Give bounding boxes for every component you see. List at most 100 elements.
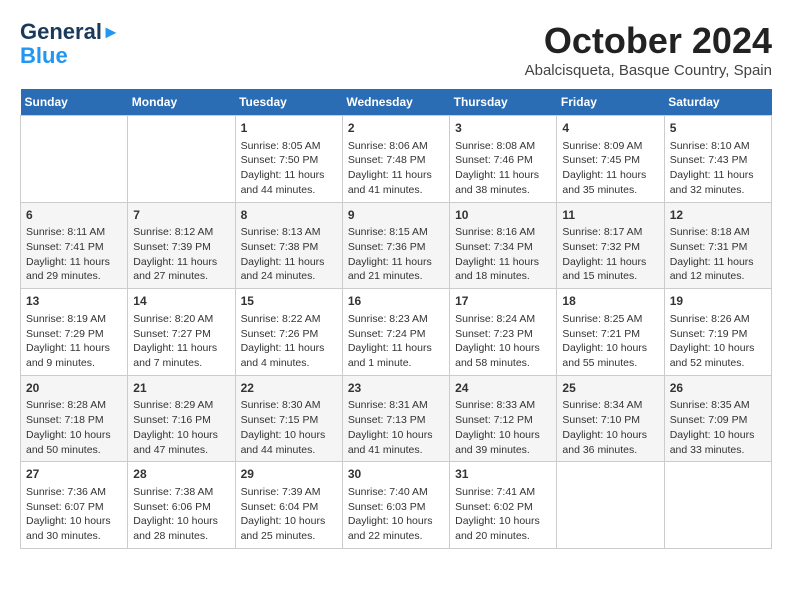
day-content: Sunrise: 8:16 AM Sunset: 7:34 PM Dayligh… — [455, 225, 551, 284]
calendar-cell: 26Sunrise: 8:35 AM Sunset: 7:09 PM Dayli… — [664, 375, 771, 462]
calendar-cell: 1Sunrise: 8:05 AM Sunset: 7:50 PM Daylig… — [235, 116, 342, 203]
day-number: 18 — [562, 293, 658, 310]
day-number: 12 — [670, 207, 766, 224]
calendar-cell: 4 Sunrise: 8:09 AM Sunset: 7:45 PM Daylig… — [557, 116, 664, 203]
day-content: Sunrise: 8:23 AM Sunset: 7:24 PM Dayligh… — [348, 312, 444, 371]
calendar-cell: 15Sunrise: 8:22 AM Sunset: 7:26 PM Dayli… — [235, 289, 342, 376]
calendar-cell: 24Sunrise: 8:33 AM Sunset: 7:12 PM Dayli… — [450, 375, 557, 462]
calendar-cell: 20Sunrise: 8:28 AM Sunset: 7:18 PM Dayli… — [21, 375, 128, 462]
calendar-cell: 23Sunrise: 8:31 AM Sunset: 7:13 PM Dayli… — [342, 375, 449, 462]
calendar-cell: 2 Sunrise: 8:06 AM Sunset: 7:48 PM Daylig… — [342, 116, 449, 203]
calendar-cell: 25Sunrise: 8:34 AM Sunset: 7:10 PM Dayli… — [557, 375, 664, 462]
weekday-header-friday: Friday — [557, 89, 664, 116]
day-content: Sunrise: 8:19 AM Sunset: 7:29 PM Dayligh… — [26, 312, 122, 371]
day-number: 29 — [241, 466, 337, 483]
weekday-row: SundayMondayTuesdayWednesdayThursdayFrid… — [21, 89, 772, 116]
day-content: Sunrise: 8:34 AM Sunset: 7:10 PM Dayligh… — [562, 398, 658, 457]
day-content: Sunrise: 8:26 AM Sunset: 7:19 PM Dayligh… — [670, 312, 766, 371]
day-number: 7 — [133, 207, 229, 224]
day-content: Sunrise: 8:09 AM Sunset: 7:45 PM Dayligh… — [562, 139, 658, 198]
calendar-cell: 7Sunrise: 8:12 AM Sunset: 7:39 PM Daylig… — [128, 202, 235, 289]
calendar-cell — [21, 116, 128, 203]
month-title: October 2024 — [525, 20, 772, 62]
weekday-header-wednesday: Wednesday — [342, 89, 449, 116]
day-number: 17 — [455, 293, 551, 310]
day-content: Sunrise: 8:06 AM Sunset: 7:48 PM Dayligh… — [348, 139, 444, 198]
location-subtitle: Abalcisqueta, Basque Country, Spain — [525, 62, 772, 79]
day-content: Sunrise: 8:18 AM Sunset: 7:31 PM Dayligh… — [670, 225, 766, 284]
calendar-cell: 27Sunrise: 7:36 AM Sunset: 6:07 PM Dayli… — [21, 462, 128, 549]
day-number: 19 — [670, 293, 766, 310]
calendar-cell: 22Sunrise: 8:30 AM Sunset: 7:15 PM Dayli… — [235, 375, 342, 462]
day-content: Sunrise: 8:24 AM Sunset: 7:23 PM Dayligh… — [455, 312, 551, 371]
calendar-cell: 13 Sunrise: 8:19 AM Sunset: 7:29 PM Dayli… — [21, 289, 128, 376]
calendar-week-3: 13 Sunrise: 8:19 AM Sunset: 7:29 PM Dayli… — [21, 289, 772, 376]
calendar-week-5: 27Sunrise: 7:36 AM Sunset: 6:07 PM Dayli… — [21, 462, 772, 549]
day-number: 30 — [348, 466, 444, 483]
calendar-table: SundayMondayTuesdayWednesdayThursdayFrid… — [20, 89, 772, 549]
page-header: General ► Blue October 2024 Abalcisqueta… — [20, 20, 772, 79]
calendar-cell: 11Sunrise: 8:17 AM Sunset: 7:32 PM Dayli… — [557, 202, 664, 289]
day-content: Sunrise: 8:08 AM Sunset: 7:46 PM Dayligh… — [455, 139, 551, 198]
calendar-cell: 31Sunrise: 7:41 AM Sunset: 6:02 PM Dayli… — [450, 462, 557, 549]
calendar-cell — [557, 462, 664, 549]
calendar-cell: 9Sunrise: 8:15 AM Sunset: 7:36 PM Daylig… — [342, 202, 449, 289]
day-number: 10 — [455, 207, 551, 224]
weekday-header-saturday: Saturday — [664, 89, 771, 116]
day-number: 25 — [562, 380, 658, 397]
day-content: Sunrise: 8:15 AM Sunset: 7:36 PM Dayligh… — [348, 225, 444, 284]
day-content: Sunrise: 8:33 AM Sunset: 7:12 PM Dayligh… — [455, 398, 551, 457]
day-number: 13 — [26, 293, 122, 310]
weekday-header-tuesday: Tuesday — [235, 89, 342, 116]
calendar-cell — [664, 462, 771, 549]
day-number: 11 — [562, 207, 658, 224]
calendar-cell — [128, 116, 235, 203]
calendar-cell: 8Sunrise: 8:13 AM Sunset: 7:38 PM Daylig… — [235, 202, 342, 289]
day-number: 16 — [348, 293, 444, 310]
weekday-header-thursday: Thursday — [450, 89, 557, 116]
day-content: Sunrise: 8:20 AM Sunset: 7:27 PM Dayligh… — [133, 312, 229, 371]
calendar-cell: 17 Sunrise: 8:24 AM Sunset: 7:23 PM Dayli… — [450, 289, 557, 376]
calendar-cell: 18 Sunrise: 8:25 AM Sunset: 7:21 PM Dayli… — [557, 289, 664, 376]
calendar-cell: 14Sunrise: 8:20 AM Sunset: 7:27 PM Dayli… — [128, 289, 235, 376]
day-content: Sunrise: 8:12 AM Sunset: 7:39 PM Dayligh… — [133, 225, 229, 284]
calendar-cell: 5Sunrise: 8:10 AM Sunset: 7:43 PM Daylig… — [664, 116, 771, 203]
day-content: Sunrise: 7:36 AM Sunset: 6:07 PM Dayligh… — [26, 485, 122, 544]
day-content: Sunrise: 8:29 AM Sunset: 7:16 PM Dayligh… — [133, 398, 229, 457]
calendar-header: SundayMondayTuesdayWednesdayThursdayFrid… — [21, 89, 772, 116]
day-number: 9 — [348, 207, 444, 224]
day-content: Sunrise: 8:05 AM Sunset: 7:50 PM Dayligh… — [241, 139, 337, 198]
day-content: Sunrise: 8:25 AM Sunset: 7:21 PM Dayligh… — [562, 312, 658, 371]
title-block: October 2024 Abalcisqueta, Basque Countr… — [525, 20, 772, 79]
calendar-body: 1Sunrise: 8:05 AM Sunset: 7:50 PM Daylig… — [21, 116, 772, 549]
logo-icon: ► — [102, 22, 120, 43]
calendar-cell: 21Sunrise: 8:29 AM Sunset: 7:16 PM Dayli… — [128, 375, 235, 462]
logo-general: General — [20, 20, 102, 44]
calendar-week-2: 6Sunrise: 8:11 AM Sunset: 7:41 PM Daylig… — [21, 202, 772, 289]
logo-blue: Blue — [20, 44, 68, 68]
day-number: 26 — [670, 380, 766, 397]
day-number: 3 — [455, 120, 551, 137]
calendar-week-4: 20Sunrise: 8:28 AM Sunset: 7:18 PM Dayli… — [21, 375, 772, 462]
logo: General ► Blue — [20, 20, 120, 68]
calendar-cell: 19 Sunrise: 8:26 AM Sunset: 7:19 PM Dayli… — [664, 289, 771, 376]
day-content: Sunrise: 7:39 AM Sunset: 6:04 PM Dayligh… — [241, 485, 337, 544]
day-number: 4 — [562, 120, 658, 137]
day-number: 8 — [241, 207, 337, 224]
day-content: Sunrise: 8:13 AM Sunset: 7:38 PM Dayligh… — [241, 225, 337, 284]
day-content: Sunrise: 8:17 AM Sunset: 7:32 PM Dayligh… — [562, 225, 658, 284]
calendar-cell: 30 Sunrise: 7:40 AM Sunset: 6:03 PM Dayli… — [342, 462, 449, 549]
day-content: Sunrise: 8:30 AM Sunset: 7:15 PM Dayligh… — [241, 398, 337, 457]
day-number: 31 — [455, 466, 551, 483]
calendar-cell: 10Sunrise: 8:16 AM Sunset: 7:34 PM Dayli… — [450, 202, 557, 289]
day-number: 20 — [26, 380, 122, 397]
day-number: 24 — [455, 380, 551, 397]
day-content: Sunrise: 7:40 AM Sunset: 6:03 PM Dayligh… — [348, 485, 444, 544]
day-content: Sunrise: 8:35 AM Sunset: 7:09 PM Dayligh… — [670, 398, 766, 457]
day-content: Sunrise: 8:22 AM Sunset: 7:26 PM Dayligh… — [241, 312, 337, 371]
day-number: 22 — [241, 380, 337, 397]
calendar-cell: 29 Sunrise: 7:39 AM Sunset: 6:04 PM Dayli… — [235, 462, 342, 549]
weekday-header-monday: Monday — [128, 89, 235, 116]
day-number: 2 — [348, 120, 444, 137]
day-number: 6 — [26, 207, 122, 224]
